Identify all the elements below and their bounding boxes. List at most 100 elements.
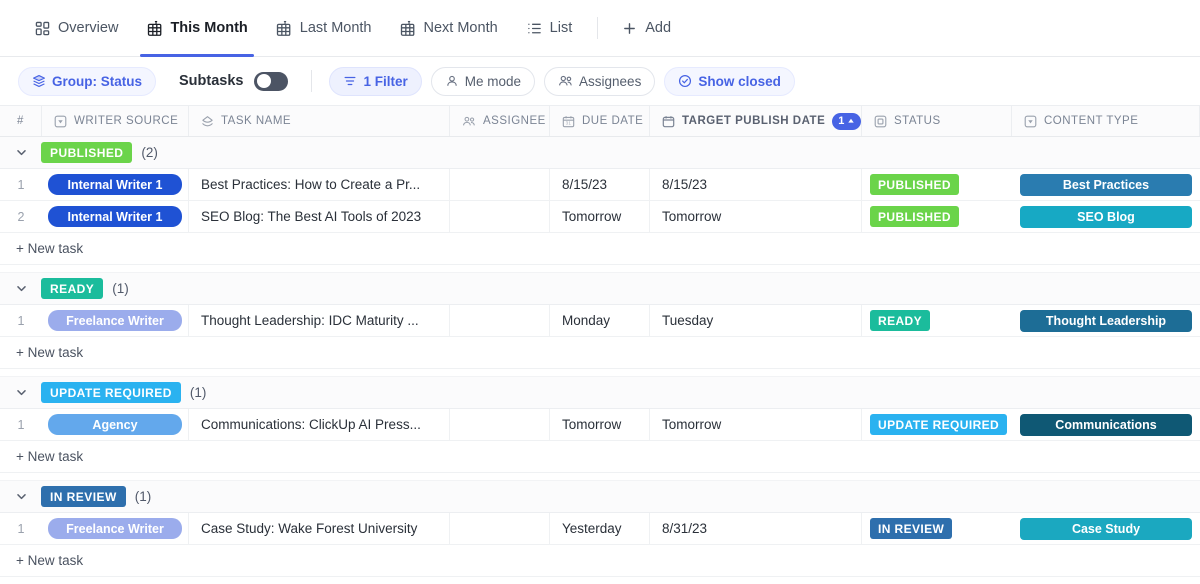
table-pin-icon — [400, 20, 417, 37]
table-row[interactable]: 1 Freelance Writer Thought Leadership: IDC… — [0, 305, 1200, 337]
row-due-date[interactable]: Tomorrow — [550, 409, 650, 440]
row-target-publish-date[interactable]: 8/31/23 — [650, 513, 862, 544]
group-collapse-caret[interactable] — [10, 278, 32, 300]
row-task-name[interactable]: Thought Leadership: IDC Maturity ... — [189, 305, 450, 336]
group-status-pill[interactable]: UPDATE REQUIRED — [41, 382, 181, 403]
svg-text:31: 31 — [566, 120, 572, 125]
row-content-type[interactable]: Case Study — [1012, 513, 1200, 544]
group-task-count: (1) — [134, 489, 152, 504]
row-target-publish-date[interactable]: Tomorrow — [650, 409, 862, 440]
column-header-status[interactable]: STATUS — [862, 106, 1012, 136]
row-content-type[interactable]: Best Practices — [1012, 169, 1200, 200]
me-mode-label: Me mode — [464, 73, 522, 89]
tab-overview[interactable]: Overview — [20, 0, 132, 56]
row-task-name[interactable]: SEO Blog: The Best AI Tools of 2023 — [189, 201, 450, 232]
show-closed-chip[interactable]: Show closed — [664, 66, 795, 96]
writer-source-tag: Agency — [48, 414, 182, 435]
row-status[interactable]: UPDATE REQUIRED — [862, 409, 1012, 440]
column-header-status-label: STATUS — [894, 115, 941, 127]
row-due-date[interactable]: Yesterday — [550, 513, 650, 544]
row-target-publish-date[interactable]: Tuesday — [650, 305, 862, 336]
tab-add-label: Add — [645, 20, 672, 36]
dropdown-field-icon — [54, 115, 67, 128]
group-task-count: (1) — [112, 281, 129, 296]
row-assignee[interactable] — [450, 409, 550, 440]
row-index: 1 — [17, 417, 25, 432]
row-content-type[interactable]: Communications — [1012, 409, 1200, 440]
row-due-date[interactable]: 8/15/23 — [550, 169, 650, 200]
row-assignee[interactable] — [450, 201, 550, 232]
row-content-type[interactable]: SEO Blog — [1012, 201, 1200, 232]
row-task-name[interactable]: Best Practices: How to Create a Pr... — [189, 169, 450, 200]
group-header: IN REVIEW (1) — [0, 481, 1200, 513]
person-icon — [445, 74, 459, 88]
subtasks-toggle[interactable] — [254, 71, 289, 91]
table-row[interactable]: 2 Internal Writer 1 SEO Blog: The Best AI … — [0, 201, 1200, 233]
column-header-target-publish-date[interactable]: TARGET PUBLISH DATE 1 — [650, 106, 862, 136]
row-assignee[interactable] — [450, 305, 550, 336]
filter-chip[interactable]: 1 Filter — [329, 66, 422, 96]
column-header-due-date[interactable]: 31 DUE DATE — [550, 106, 650, 136]
tab-add-view[interactable]: Add — [607, 0, 685, 56]
row-target-publish-date[interactable]: Tomorrow — [650, 201, 862, 232]
row-assignee[interactable] — [450, 513, 550, 544]
column-header-due-date-label: DUE DATE — [582, 115, 644, 127]
status-badge: PUBLISHED — [870, 174, 959, 195]
writer-source-tag: Internal Writer 1 — [48, 206, 182, 227]
column-header-task-name-label: TASK NAME — [221, 115, 292, 127]
row-index: 1 — [17, 521, 25, 536]
assignees-chip[interactable]: Assignees — [544, 66, 656, 96]
row-assignee[interactable] — [450, 169, 550, 200]
row-writer-source[interactable]: Freelance Writer — [42, 513, 189, 544]
table-row[interactable]: 1 Freelance Writer Case Study: Wake Forest… — [0, 513, 1200, 545]
row-due-date[interactable]: Tomorrow — [550, 201, 650, 232]
row-writer-source[interactable]: Internal Writer 1 — [42, 169, 189, 200]
me-mode-chip[interactable]: Me mode — [430, 66, 536, 96]
tab-next-month[interactable]: Next Month — [386, 0, 512, 56]
group-spacer — [0, 265, 1200, 273]
sort-badge[interactable]: 1 — [832, 112, 862, 130]
row-task-name[interactable]: Communications: ClickUp AI Press... — [189, 409, 450, 440]
tab-this-month[interactable]: This Month — [132, 0, 261, 57]
status-badge: IN REVIEW — [870, 518, 953, 539]
group-status-pill[interactable]: READY — [41, 278, 104, 299]
group-status-pill[interactable]: PUBLISHED — [41, 142, 133, 163]
group-collapse-caret[interactable] — [10, 486, 32, 508]
row-status[interactable]: READY — [862, 305, 1012, 336]
column-header-index[interactable]: # — [0, 106, 42, 136]
table-row[interactable]: 1 Agency Communications: ClickUp AI Press.… — [0, 409, 1200, 441]
new-task-button[interactable]: + New task — [0, 337, 1200, 369]
row-index: 1 — [17, 177, 25, 192]
column-header-content-type[interactable]: CONTENT TYPE — [1012, 106, 1200, 136]
group-collapse-caret[interactable] — [10, 382, 32, 404]
tab-last-month[interactable]: Last Month — [262, 0, 386, 56]
column-header-writer-source[interactable]: WRITER SOURCE — [42, 106, 189, 136]
new-task-button[interactable]: + New task — [0, 545, 1200, 577]
group-status-pill[interactable]: IN REVIEW — [41, 486, 126, 507]
sort-arrow-up-icon — [847, 117, 855, 125]
task-icon — [201, 115, 214, 128]
new-task-button[interactable]: + New task — [0, 441, 1200, 473]
row-writer-source[interactable]: Freelance Writer — [42, 305, 189, 336]
group-collapse-caret[interactable] — [10, 142, 32, 164]
row-writer-source[interactable]: Agency — [42, 409, 189, 440]
row-target-publish-date[interactable]: 8/15/23 — [650, 169, 862, 200]
column-header-task-name[interactable]: TASK NAME — [189, 106, 450, 136]
row-task-name[interactable]: Case Study: Wake Forest University — [189, 513, 450, 544]
content-type-tag: Communications — [1020, 413, 1192, 436]
row-status[interactable]: PUBLISHED — [862, 169, 1012, 200]
row-writer-source[interactable]: Internal Writer 1 — [42, 201, 189, 232]
new-task-button[interactable]: + New task — [0, 233, 1200, 265]
status-badge: UPDATE REQUIRED — [870, 414, 1008, 435]
column-header-target-publish-date-label: TARGET PUBLISH DATE — [682, 115, 826, 127]
row-status[interactable]: PUBLISHED — [862, 201, 1012, 232]
column-header-assignee[interactable]: ASSIGNEE — [450, 106, 550, 136]
row-status[interactable]: IN REVIEW — [862, 513, 1012, 544]
writer-source-tag: Internal Writer 1 — [48, 174, 182, 195]
tab-list[interactable]: List — [512, 0, 587, 56]
row-due-date[interactable]: Monday — [550, 305, 650, 336]
tab-this-month-label: This Month — [170, 20, 248, 36]
row-content-type[interactable]: Thought Leadership — [1012, 305, 1200, 336]
table-row[interactable]: 1 Internal Writer 1 Best Practices: How to… — [0, 169, 1200, 201]
group-by-status-chip[interactable]: Group: Status — [18, 66, 156, 96]
